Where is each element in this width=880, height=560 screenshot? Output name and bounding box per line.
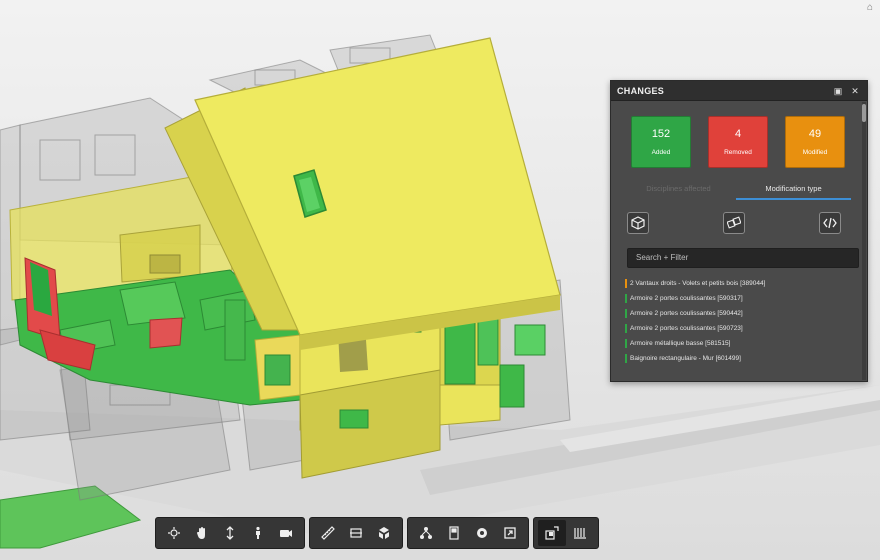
list-item[interactable]: Armoire métallique basse [581515] bbox=[625, 336, 859, 351]
viewer-toolbar bbox=[155, 517, 599, 549]
code-icon[interactable] bbox=[819, 212, 841, 234]
status-mark bbox=[625, 294, 627, 303]
list-item[interactable]: Baignoire rectangulaire - Mur [601499] bbox=[625, 351, 859, 366]
panel-tabs: Disciplines affected Modification type bbox=[621, 182, 851, 200]
linked-cubes-icon[interactable] bbox=[723, 212, 745, 234]
added-stat[interactable]: 152 Added bbox=[631, 116, 691, 168]
tab-modification-type[interactable]: Modification type bbox=[736, 182, 851, 200]
removed-stat[interactable]: 4 Removed bbox=[708, 116, 768, 168]
list-item[interactable]: Armoire 2 portes coulissantes [590442] bbox=[625, 306, 859, 321]
status-mark bbox=[625, 309, 627, 318]
fullscreen-icon[interactable] bbox=[496, 520, 524, 546]
removed-count: 4 bbox=[734, 128, 742, 140]
zoom-icon[interactable] bbox=[216, 520, 244, 546]
type-filter-row bbox=[611, 212, 867, 234]
removed-label: Removed bbox=[724, 149, 752, 156]
cube-icon[interactable] bbox=[627, 212, 649, 234]
changes-icon[interactable] bbox=[538, 520, 566, 546]
list-icon[interactable] bbox=[566, 520, 594, 546]
navigation-tools bbox=[155, 517, 305, 549]
home-icon[interactable]: ⌂ bbox=[864, 2, 876, 14]
modified-stat[interactable]: 49 Modified bbox=[785, 116, 845, 168]
camera-icon[interactable] bbox=[272, 520, 300, 546]
list-item[interactable]: 2 Vantaux droits - Volets et petits bois… bbox=[625, 276, 859, 291]
status-mark bbox=[625, 279, 627, 288]
added-count: 152 bbox=[651, 128, 671, 140]
changes-panel: CHANGES ▣ ✕ 152 Added 4 Removed 49 Modif… bbox=[610, 80, 868, 382]
model-tree-icon[interactable] bbox=[412, 520, 440, 546]
explode-icon[interactable] bbox=[370, 520, 398, 546]
modified-label: Modified bbox=[802, 149, 828, 156]
pan-icon[interactable] bbox=[188, 520, 216, 546]
list-item-label: 2 Vantaux droits - Volets et petits bois… bbox=[630, 280, 766, 287]
status-mark bbox=[625, 354, 627, 363]
added-label: Added bbox=[651, 149, 671, 156]
walk-icon[interactable] bbox=[244, 520, 272, 546]
list-item[interactable]: Armoire 2 portes coulissantes [590317] bbox=[625, 291, 859, 306]
settings-icon[interactable] bbox=[468, 520, 496, 546]
measure-icon[interactable] bbox=[314, 520, 342, 546]
section-icon[interactable] bbox=[342, 520, 370, 546]
close-icon[interactable]: ✕ bbox=[849, 85, 861, 97]
panel-scrollbar[interactable] bbox=[862, 102, 866, 380]
modified-count: 49 bbox=[808, 128, 822, 140]
analysis-tools bbox=[309, 517, 403, 549]
change-stats: 152 Added 4 Removed 49 Modified bbox=[611, 101, 867, 168]
model-tools bbox=[407, 517, 529, 549]
search-filter-input[interactable]: Search + Filter bbox=[627, 248, 859, 268]
changes-list: 2 Vantaux droits - Volets et petits bois… bbox=[625, 276, 859, 366]
list-item-label: Armoire 2 portes coulissantes [590317] bbox=[630, 295, 743, 302]
list-item[interactable]: Armoire 2 portes coulissantes [590723] bbox=[625, 321, 859, 336]
list-item-label: Armoire 2 portes coulissantes [590442] bbox=[630, 310, 743, 317]
list-item-label: Baignoire rectangulaire - Mur [601499] bbox=[630, 355, 741, 362]
panel-title: CHANGES bbox=[617, 85, 665, 96]
panel-header: CHANGES ▣ ✕ bbox=[611, 81, 867, 101]
properties-icon[interactable] bbox=[440, 520, 468, 546]
orbit-icon[interactable] bbox=[160, 520, 188, 546]
extension-tools bbox=[533, 517, 599, 549]
status-mark bbox=[625, 324, 627, 333]
list-item-label: Armoire 2 portes coulissantes [590723] bbox=[630, 325, 743, 332]
list-item-label: Armoire métallique basse [581515] bbox=[630, 340, 731, 347]
tab-disciplines-affected[interactable]: Disciplines affected bbox=[621, 182, 736, 200]
status-mark bbox=[625, 339, 627, 348]
minimize-icon[interactable]: ▣ bbox=[832, 85, 844, 97]
